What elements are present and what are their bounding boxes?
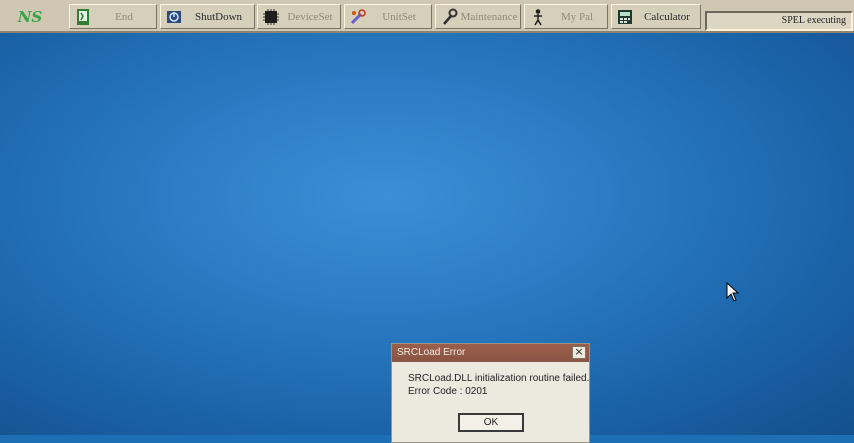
person-icon [534, 8, 542, 25]
maintenance-button[interactable]: Maintenance [435, 4, 521, 29]
end-button-label: End [115, 10, 133, 23]
taskbar: NS End ShutDown DeviceSet UnitSet Mainte… [0, 0, 854, 33]
tools-icon [350, 8, 366, 24]
shutdown-button-label: ShutDown [194, 10, 243, 23]
dialog-title: SRCLoad Error [397, 347, 466, 358]
shutdown-button[interactable]: ShutDown [160, 4, 255, 29]
deviceset-button-label: DeviceSet [287, 10, 333, 23]
close-icon[interactable]: × [572, 346, 586, 359]
dialog-titlebar[interactable]: SRCLoad Error × [392, 344, 589, 362]
ok-button[interactable]: OK [458, 413, 524, 432]
unitset-button[interactable]: UnitSet [344, 4, 432, 29]
status-field: SPEL executing [705, 11, 853, 31]
chip-icon [263, 8, 279, 25]
calculator-button-label: Calculator [644, 10, 690, 23]
error-dialog: SRCLoad Error × SRCLoad.DLL initializati… [391, 343, 590, 443]
end-button[interactable]: End [69, 4, 157, 29]
unitset-button-label: UnitSet [382, 10, 416, 23]
wrench-icon [443, 8, 458, 25]
error-message: SRCLoad.DLL initialization routine faile… [408, 373, 590, 384]
app-logo: NS [17, 7, 43, 26]
deviceset-button[interactable]: DeviceSet [257, 4, 341, 29]
calculator-icon [618, 9, 632, 24]
calculator-button[interactable]: Calculator [611, 4, 701, 29]
error-code: Error Code : 0201 [408, 386, 488, 397]
maintenance-button-label: Maintenance [460, 10, 518, 23]
mypal-button[interactable]: My Pal [524, 4, 608, 29]
mypal-button-label: My Pal [560, 10, 594, 23]
exit-door-icon [77, 8, 89, 25]
power-icon [167, 10, 181, 23]
mouse-pointer-icon [726, 282, 740, 302]
